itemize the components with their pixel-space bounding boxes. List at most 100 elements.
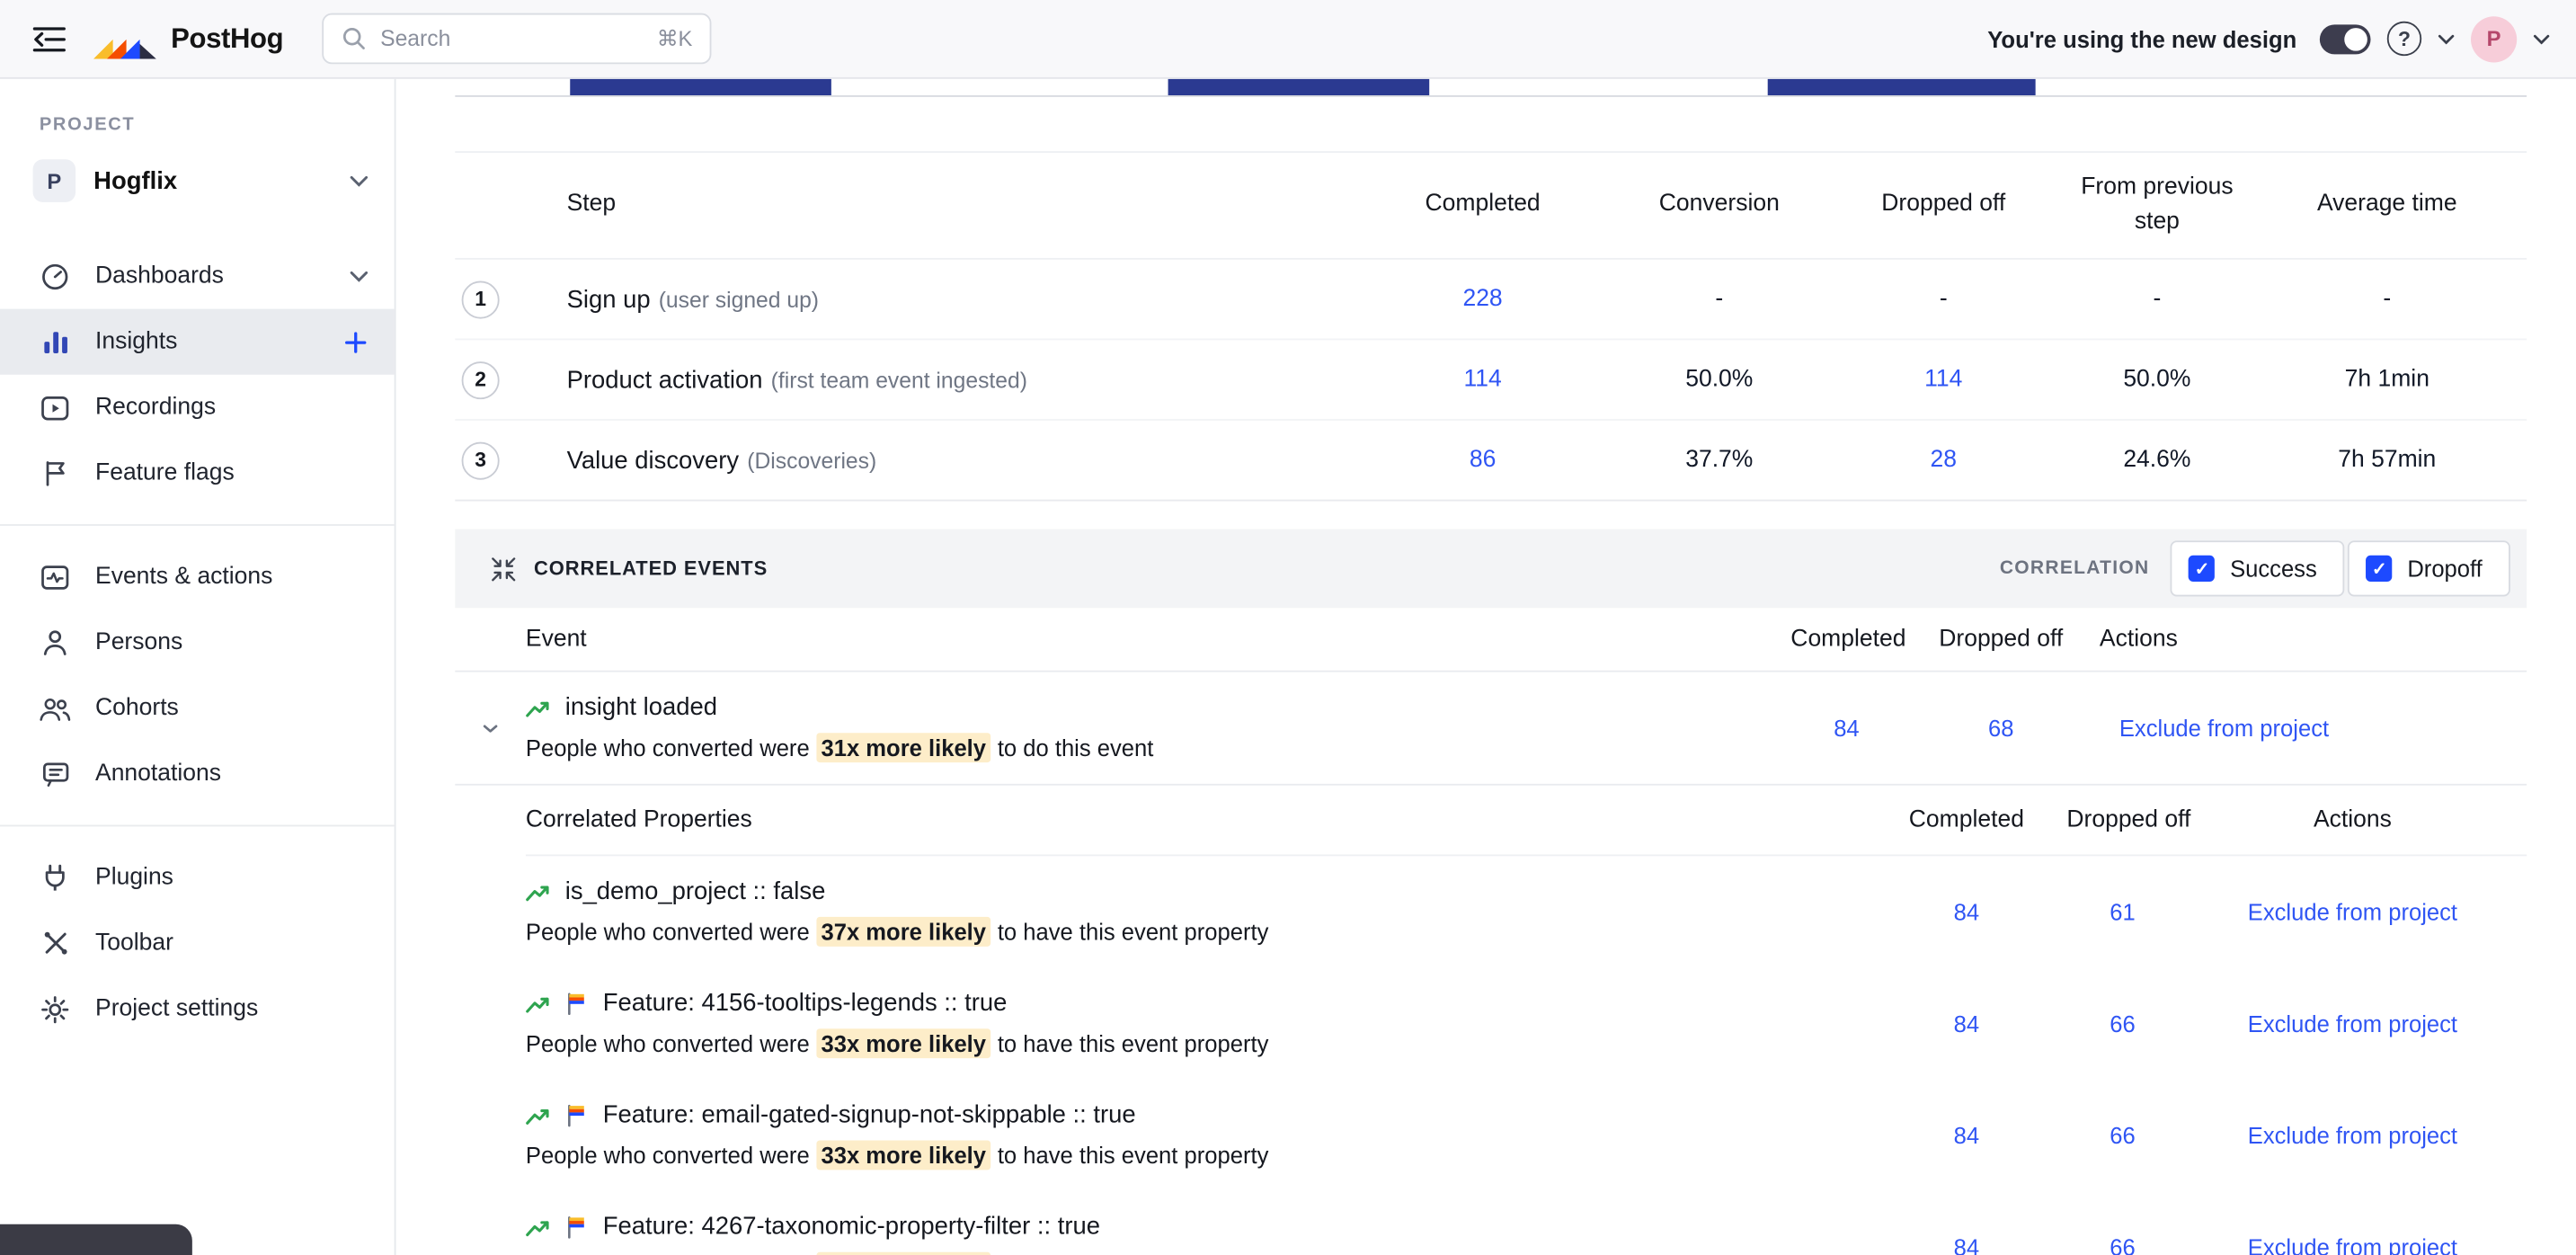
sidebar-item-label: Annotations: [95, 761, 368, 787]
posthog-logo[interactable]: PostHog: [92, 17, 283, 60]
exclude-from-project-link[interactable]: Exclude from project: [2248, 899, 2457, 925]
dashboards-chevron-down-icon: [350, 271, 368, 282]
help-icon[interactable]: [2387, 22, 2421, 56]
account-chevron-down-icon[interactable]: [2533, 33, 2549, 43]
sidebar-item-annotations[interactable]: Annotations: [0, 741, 395, 806]
desc-prefix: People who converted were: [526, 734, 810, 761]
flag-icon: [40, 460, 71, 486]
odds-highlight: 33x more likely: [816, 1028, 990, 1058]
correlated-properties-table: Correlated Properties Completed Dropped …: [455, 786, 2527, 1255]
app-window: PostHog Search ⌘K You're using the new d…: [0, 0, 2576, 1255]
filter-label: Success: [2230, 556, 2317, 582]
col-header-completed: Completed: [1790, 626, 1902, 652]
sidebar-item-insights[interactable]: Insights: [0, 309, 395, 375]
correlation-description: People who converted were31x more likely…: [526, 734, 1790, 761]
funnel-bar-step3[interactable]: [1768, 79, 2036, 95]
table-row: 3 Value discovery(Discoveries) 86 37.7% …: [455, 421, 2527, 502]
top-bar-left: PostHog Search ⌘K: [26, 13, 712, 65]
search-icon: [342, 26, 367, 50]
funnel-bar-step2[interactable]: [1168, 79, 1430, 95]
project-selector[interactable]: P Hogflix: [0, 151, 395, 210]
correlated-property-row: Feature: 4267-taxonomic-property-filter …: [526, 1191, 2527, 1255]
dropped-off-count-link[interactable]: 68: [1988, 715, 2013, 741]
average-time-value: -: [2247, 286, 2527, 312]
posthog-logo-icon: [92, 17, 157, 60]
correlation-description: People who converted were33x more likely…: [526, 1030, 1866, 1056]
completed-count-link[interactable]: 228: [1462, 286, 1502, 312]
new-design-toggle[interactable]: [2320, 24, 2371, 54]
sidebar-item-cohorts[interactable]: Cohorts: [0, 675, 395, 741]
step-name: Sign up: [567, 285, 651, 313]
sidebar-item-label: Plugins: [95, 864, 368, 890]
property-name: is_demo_project :: false: [565, 877, 826, 905]
correlation-label: CORRELATION: [2000, 558, 2150, 578]
odds-highlight: 37x more likely: [816, 917, 990, 947]
sidebar-item-plugins[interactable]: Plugins: [0, 844, 395, 910]
bottom-left-widget[interactable]: [0, 1224, 192, 1255]
top-bar: PostHog Search ⌘K You're using the new d…: [0, 0, 2576, 79]
completed-count-link[interactable]: 84: [1954, 1234, 1979, 1255]
step-detail: (first team event ingested): [771, 368, 1027, 392]
completed-count-link[interactable]: 84: [1954, 1010, 1979, 1037]
desc-prefix: People who converted were: [526, 919, 810, 945]
sidebar-item-events-actions[interactable]: Events & actions: [0, 544, 395, 610]
col-header-completed: Completed: [1866, 806, 2066, 832]
col-header-actions: Actions: [2100, 626, 2527, 652]
sidebar-item-feature-flags[interactable]: Feature flags: [0, 441, 395, 506]
col-header-step: Step: [526, 188, 1347, 222]
trending-up-icon: [526, 882, 550, 902]
sidebar-item-toolbar[interactable]: Toolbar: [0, 911, 395, 976]
odds-highlight: 31x more likely: [816, 733, 990, 762]
from-previous-step-value: 50.0%: [2066, 367, 2247, 393]
correlation-description: People who converted were37x more likely…: [526, 919, 1866, 945]
search-input[interactable]: Search ⌘K: [323, 13, 712, 65]
dropped-off-count-link[interactable]: 28: [1931, 447, 1958, 473]
average-time-value: 7h 57min: [2247, 447, 2527, 473]
dropped-off-count-link[interactable]: 61: [2110, 899, 2135, 925]
properties-table-header: Correlated Properties Completed Dropped …: [526, 786, 2527, 857]
dropped-off-count-link[interactable]: 66: [2110, 1234, 2135, 1255]
completed-count-link[interactable]: 84: [1954, 1122, 1979, 1148]
completed-count-link[interactable]: 86: [1470, 447, 1497, 473]
exclude-from-project-link[interactable]: Exclude from project: [2248, 1010, 2457, 1037]
collapse-icon[interactable]: [482, 719, 500, 737]
help-chevron-down-icon[interactable]: [2438, 33, 2454, 43]
sidebar-item-persons[interactable]: Persons: [0, 610, 395, 675]
project-name: Hogflix: [93, 167, 350, 195]
checkbox-checked-icon: [2189, 556, 2215, 582]
main-content: Step Completed Conversion Dropped off Fr…: [395, 79, 2575, 1255]
dropped-off-count-link[interactable]: 66: [2110, 1010, 2135, 1037]
new-insight-plus-icon[interactable]: [343, 329, 368, 353]
success-filter-button[interactable]: Success: [2171, 540, 2345, 596]
table-row: 2 Product activation(first team event in…: [455, 340, 2527, 421]
exclude-from-project-link[interactable]: Exclude from project: [2119, 715, 2329, 741]
funnel-chart-baseline: [455, 79, 2527, 97]
step-number: 2: [462, 360, 500, 398]
project-section-label: PROJECT: [0, 115, 395, 135]
checkbox-checked-icon: [2367, 556, 2393, 582]
exclude-from-project-link[interactable]: Exclude from project: [2248, 1234, 2457, 1255]
sidebar-item-dashboards[interactable]: Dashboards: [0, 244, 395, 309]
funnel-bar-step1[interactable]: [570, 79, 831, 95]
sidebar-item-label: Recordings: [95, 395, 368, 421]
exclude-from-project-link[interactable]: Exclude from project: [2248, 1122, 2457, 1148]
feature-flag-icon: [565, 992, 589, 1015]
gear-icon: [40, 995, 71, 1023]
sidebar-item-label: Dashboards: [95, 263, 325, 289]
sidebar-item-project-settings[interactable]: Project settings: [0, 976, 395, 1042]
average-time-value: 7h 1min: [2247, 367, 2527, 393]
desc-suffix: to do this event: [998, 734, 1154, 761]
dropped-off-count-link[interactable]: 114: [1924, 367, 1962, 393]
feature-flag-icon: [565, 1103, 589, 1126]
completed-count-link[interactable]: 114: [1463, 367, 1501, 393]
sidebar-item-recordings[interactable]: Recordings: [0, 375, 395, 441]
toolbar-icon: [40, 930, 71, 957]
sidebar: PROJECT P Hogflix Dashboards Insights: [0, 79, 395, 1255]
completed-count-link[interactable]: 84: [1954, 899, 1979, 925]
dropped-off-count-link[interactable]: 66: [2110, 1122, 2135, 1148]
recordings-icon: [40, 396, 71, 420]
completed-count-link[interactable]: 84: [1834, 715, 1859, 741]
avatar[interactable]: P: [2471, 15, 2517, 61]
dropoff-filter-button[interactable]: Dropoff: [2349, 540, 2510, 596]
sidebar-toggle-icon[interactable]: [26, 19, 72, 58]
